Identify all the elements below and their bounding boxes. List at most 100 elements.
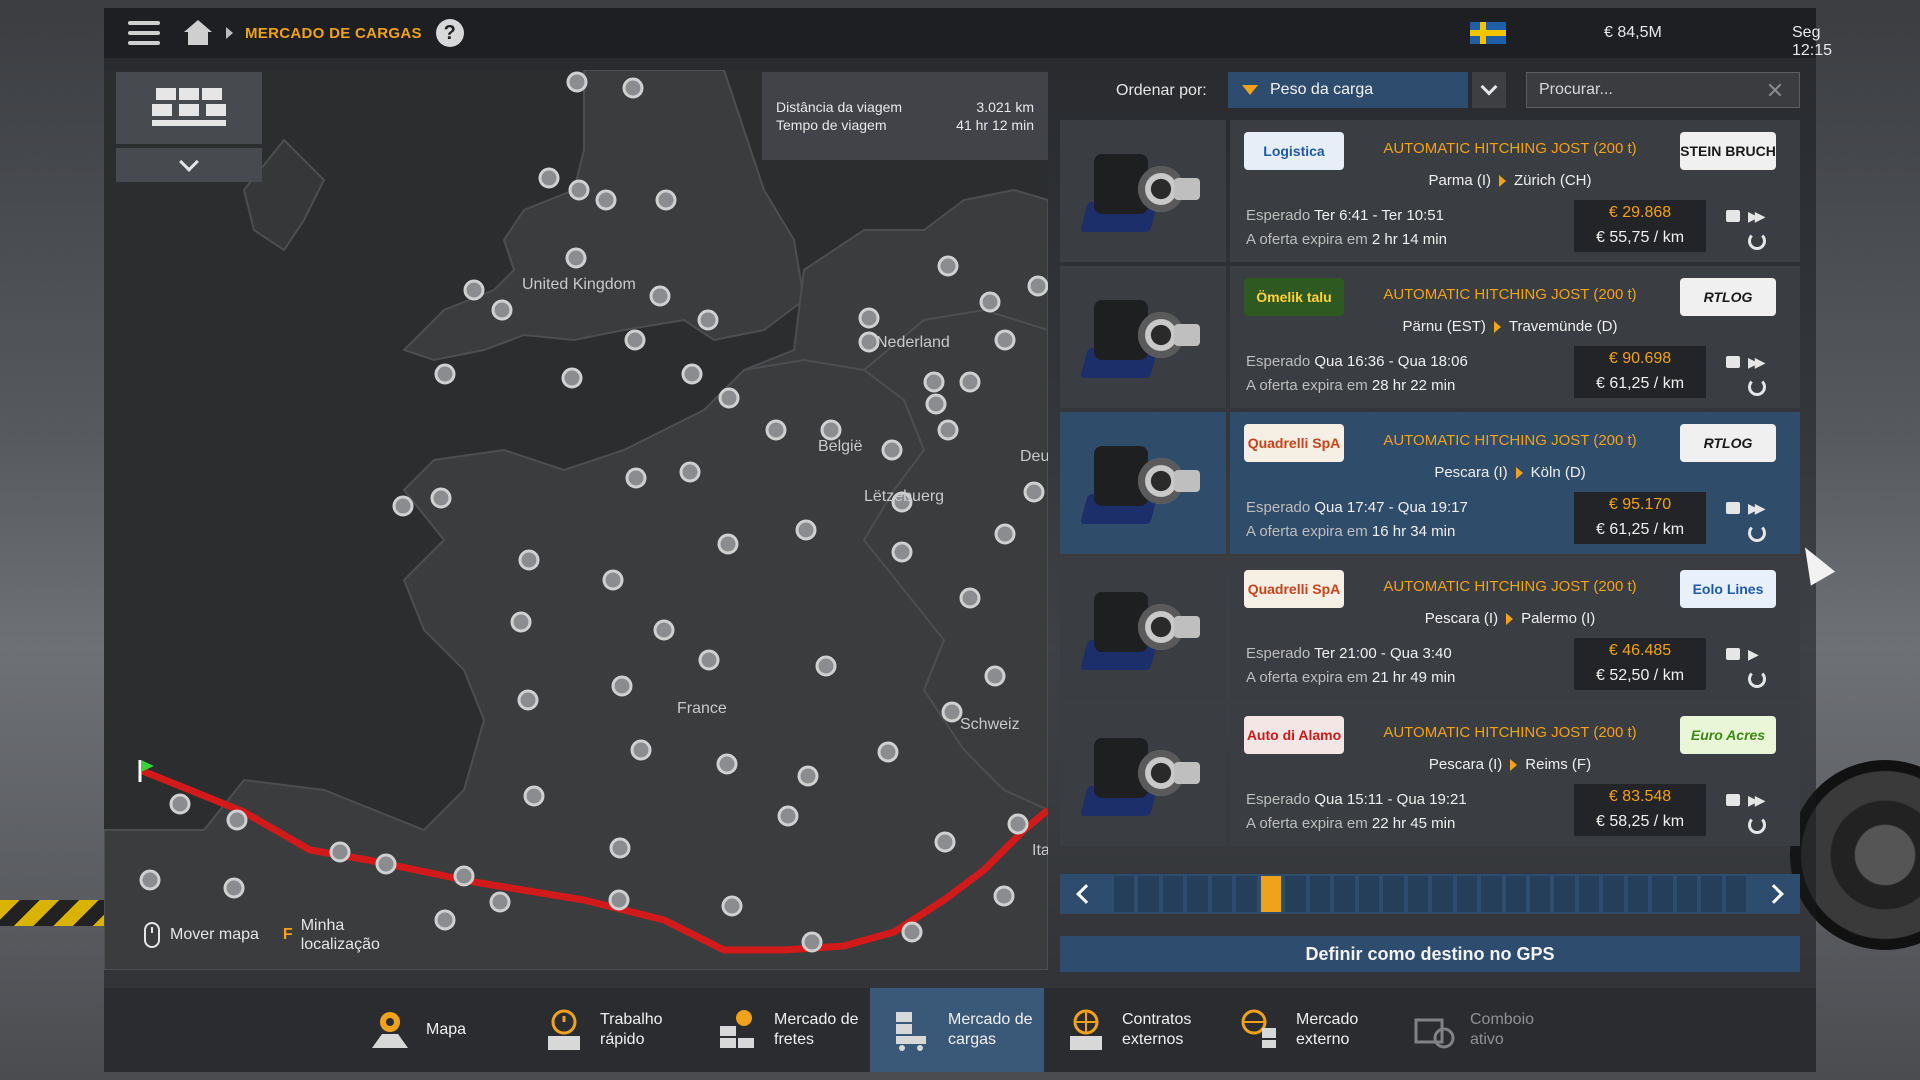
chevron-right-icon	[1764, 884, 1784, 904]
origin: Pärnu (EST)	[1402, 318, 1486, 335]
page-indicator[interactable]	[1481, 876, 1502, 912]
page-indicator[interactable]	[1627, 876, 1649, 912]
nav-freight-market[interactable]: Mercado de fretes	[696, 988, 870, 1072]
job-times: Esperado Ter 6:41 - Ter 10:51 A oferta e…	[1246, 204, 1447, 252]
price-per-km: € 55,75 / km	[1595, 229, 1685, 246]
breadcrumb: MERCADO DE CARGAS	[245, 24, 422, 42]
expected-time: Ter 6:41 - Ter 10:51	[1314, 207, 1444, 224]
urgency-icon	[1748, 354, 1762, 371]
trip-time-label: Tempo de viagem	[776, 117, 887, 133]
nav-external-market[interactable]: Mercado externo	[1218, 988, 1392, 1072]
job-details: Quadrelli SpA AUTOMATIC HITCHING JOST (2…	[1230, 558, 1800, 700]
source-company-logo: Auto di Alamo	[1244, 716, 1344, 754]
search-input[interactable]	[1527, 81, 1757, 99]
expire-label: A oferta expira em	[1246, 815, 1368, 832]
target-company-logo: Eolo Lines	[1680, 570, 1776, 608]
origin: Pescara (I)	[1428, 756, 1503, 773]
job-row[interactable]: Quadrelli SpA AUTOMATIC HITCHING JOST (2…	[1060, 558, 1800, 700]
page-indicator[interactable]	[1236, 876, 1257, 912]
hitch-image-icon	[1079, 728, 1204, 824]
page-indicator[interactable]	[1211, 876, 1233, 912]
expire-label: A oferta expira em	[1246, 377, 1368, 394]
trip-distance-value: 3.021 km	[976, 99, 1034, 115]
cargo-name: AUTOMATIC HITCHING JOST (200 t)	[1383, 140, 1637, 157]
destination: Reims (F)	[1525, 756, 1592, 773]
external-market-icon	[1238, 1008, 1282, 1052]
page-indicator[interactable]	[1162, 876, 1184, 912]
nav-label-line-2: externos	[1122, 1031, 1184, 1048]
nav-map[interactable]: Mapa	[348, 988, 522, 1072]
page-indicator[interactable]	[1138, 876, 1159, 912]
trailer-dropdown-button[interactable]	[116, 148, 262, 182]
job-row[interactable]: Ömelik talu AUTOMATIC HITCHING JOST (200…	[1060, 266, 1800, 408]
page-indicator[interactable]	[1603, 876, 1624, 912]
map-canvas	[104, 70, 1048, 970]
expire-label: A oferta expira em	[1246, 523, 1368, 540]
expire-label: A oferta expira em	[1246, 231, 1368, 248]
expected-time: Qua 16:36 - Qua 18:06	[1314, 353, 1468, 370]
money-balance: € 84,5M	[1604, 24, 1662, 41]
hitch-image-icon	[1079, 144, 1204, 240]
page-indicator[interactable]	[1505, 876, 1526, 912]
page-indicator[interactable]	[1676, 876, 1698, 912]
page-indicator[interactable]	[1554, 876, 1575, 912]
page-indicator[interactable]	[1358, 876, 1380, 912]
job-times: Esperado Qua 17:47 - Qua 19:17 A oferta …	[1246, 496, 1468, 544]
job-row[interactable]: Logistica AUTOMATIC HITCHING JOST (200 t…	[1060, 120, 1800, 262]
page-indicator[interactable]	[1456, 876, 1478, 912]
cargo-name: AUTOMATIC HITCHING JOST (200 t)	[1383, 432, 1637, 449]
page-indicator[interactable]	[1309, 876, 1331, 912]
source-company-logo: Ömelik talu	[1244, 278, 1344, 316]
sort-select[interactable]: Peso da carga	[1228, 72, 1468, 108]
page-indicator[interactable]	[1725, 876, 1747, 912]
search-box[interactable]	[1526, 72, 1800, 108]
route-arrow-icon	[1506, 613, 1514, 626]
page-indicator[interactable]	[1334, 876, 1355, 912]
page-indicator[interactable]	[1407, 876, 1429, 912]
nav-label-line-1: Mercado	[1296, 1011, 1359, 1028]
hint-my-location[interactable]: Minha localização	[301, 916, 380, 954]
nav-convoy[interactable]: Comboio ativo	[1392, 988, 1566, 1072]
destination: Köln (D)	[1530, 464, 1586, 481]
map-label-germany: Deu	[1020, 448, 1048, 465]
nav-label-line-1: Comboio	[1470, 1011, 1535, 1028]
page-indicator[interactable]	[1187, 876, 1208, 912]
refresh-icon	[1748, 816, 1766, 834]
page-indicator[interactable]	[1285, 876, 1306, 912]
sort-label: Ordenar por:	[1116, 82, 1207, 99]
nav-cargo-market[interactable]: Mercado de cargas	[870, 988, 1044, 1072]
home-icon[interactable]	[184, 20, 212, 46]
nav-quick-job[interactable]: Trabalho rápido	[522, 988, 696, 1072]
price-box: € 29.868 € 55,75 / km	[1574, 200, 1706, 252]
page-indicator[interactable]	[1432, 876, 1453, 912]
page-indicator-active[interactable]	[1260, 876, 1282, 912]
game-clock: Seg 12:15	[1792, 24, 1833, 59]
price-per-km: € 52,50 / km	[1595, 667, 1685, 684]
price-per-km: € 61,25 / km	[1595, 521, 1685, 538]
trailer-filter-button[interactable]	[116, 72, 262, 144]
page-indicator[interactable]	[1529, 876, 1551, 912]
page-indicator[interactable]	[1652, 876, 1673, 912]
price-total: € 83.548	[1608, 788, 1672, 805]
job-times: Esperado Qua 15:11 - Qua 19:21 A oferta …	[1246, 788, 1467, 836]
sort-dropdown-button[interactable]	[1472, 72, 1506, 108]
clear-search-icon[interactable]	[1767, 82, 1783, 98]
page-indicator[interactable]	[1578, 876, 1600, 912]
help-icon[interactable]: ?	[435, 19, 464, 47]
target-company-logo: STEIN BRUCH	[1680, 132, 1776, 170]
next-page-button[interactable]	[1754, 874, 1800, 914]
nav-external-contracts[interactable]: Contratos externos	[1044, 988, 1218, 1072]
job-row[interactable]: Auto di Alamo AUTOMATIC HITCHING JOST (2…	[1060, 704, 1800, 846]
cargo-name: AUTOMATIC HITCHING JOST (200 t)	[1383, 724, 1637, 741]
job-row-selected[interactable]: Quadrelli SpA AUTOMATIC HITCHING JOST (2…	[1060, 412, 1800, 554]
hitch-image-icon	[1079, 290, 1204, 386]
hamburger-menu-icon[interactable]	[128, 21, 160, 45]
map-label-italy: Ita	[1032, 842, 1048, 859]
set-gps-destination-button[interactable]: Definir como destino no GPS	[1060, 936, 1800, 972]
previous-page-button[interactable]	[1060, 874, 1106, 914]
page-indicator[interactable]	[1383, 876, 1404, 912]
nav-label-line-2: cargas	[948, 1031, 997, 1048]
page-indicator[interactable]	[1114, 876, 1135, 912]
world-map[interactable]: United Kingdom Nederland België Lëtzebue…	[104, 70, 1048, 970]
page-indicator[interactable]	[1701, 876, 1722, 912]
